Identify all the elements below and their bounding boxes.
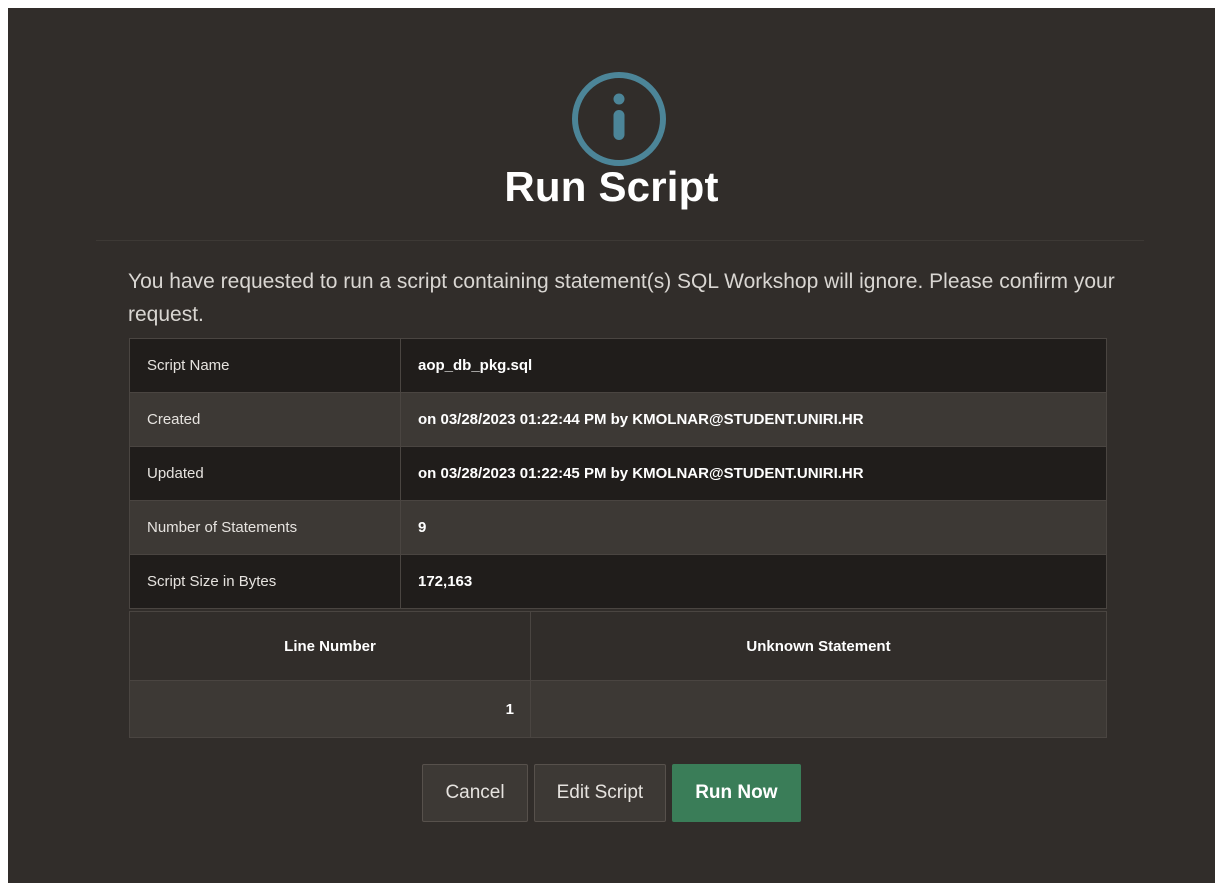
detail-row-number-of-statements: Number of Statements 9	[129, 500, 1107, 555]
run-now-button[interactable]: Run Now	[672, 764, 801, 822]
detail-label: Created	[129, 392, 401, 447]
detail-row-script-size: Script Size in Bytes 172,163	[129, 554, 1107, 609]
detail-label: Number of Statements	[129, 500, 401, 555]
cancel-button[interactable]: Cancel	[422, 764, 528, 822]
detail-value: 9	[400, 500, 1107, 555]
unknown-statements-table: Line Number Unknown Statement 1	[129, 611, 1107, 738]
detail-row-script-name: Script Name aop_db_pkg.sql	[129, 338, 1107, 393]
detail-label: Script Name	[129, 338, 401, 393]
statements-header-row: Line Number Unknown Statement	[129, 611, 1107, 681]
dialog-buttons: Cancel Edit Script Run Now	[8, 764, 1215, 822]
info-icon	[572, 72, 666, 166]
line-number-cell: 1	[129, 680, 531, 738]
dialog-header: Run Script	[8, 8, 1215, 241]
edit-script-button[interactable]: Edit Script	[533, 764, 667, 822]
column-header-line-number: Line Number	[129, 611, 531, 681]
dialog-title: Run Script	[504, 163, 719, 210]
statement-cell	[530, 680, 1107, 738]
table-row: 1	[129, 680, 1107, 738]
confirmation-message: You have requested to run a script conta…	[128, 270, 1115, 326]
detail-row-created: Created on 03/28/2023 01:22:44 PM by KMO…	[129, 392, 1107, 447]
header-divider	[96, 240, 1144, 241]
script-details-table: Script Name aop_db_pkg.sql Created on 03…	[129, 338, 1107, 609]
detail-value: aop_db_pkg.sql	[400, 338, 1107, 393]
detail-value: on 03/28/2023 01:22:44 PM by KMOLNAR@STU…	[400, 392, 1107, 447]
run-script-dialog: Run Script You have requested to run a s…	[8, 8, 1215, 883]
detail-label: Updated	[129, 446, 401, 501]
detail-row-updated: Updated on 03/28/2023 01:22:45 PM by KMO…	[129, 446, 1107, 501]
detail-value: on 03/28/2023 01:22:45 PM by KMOLNAR@STU…	[400, 446, 1107, 501]
detail-label: Script Size in Bytes	[129, 554, 401, 609]
column-header-unknown-statement: Unknown Statement	[530, 611, 1107, 681]
detail-value: 172,163	[400, 554, 1107, 609]
